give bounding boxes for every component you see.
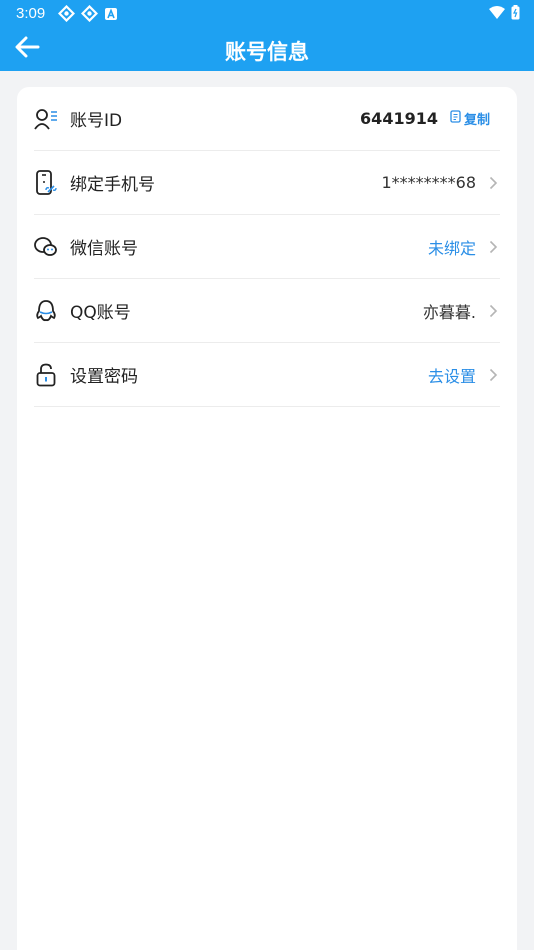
chevron-right-icon <box>486 240 500 254</box>
bind-phone-value: 1********68 <box>381 173 476 192</box>
copy-button[interactable]: 复制 <box>450 109 490 128</box>
status-system-icons <box>489 5 520 24</box>
set-password-label: 设置密码 <box>70 367 138 387</box>
account-id-value: 6441914 <box>360 109 438 128</box>
chevron-right-icon <box>486 368 500 382</box>
set-password-row[interactable]: 设置密码 去设置 <box>34 343 500 407</box>
wechat-account-label: 微信账号 <box>70 239 138 259</box>
bind-phone-row[interactable]: 绑定手机号 1********68 <box>34 151 500 215</box>
chevron-right-icon <box>486 176 500 190</box>
wifi-icon <box>489 6 505 23</box>
phone-link-icon <box>34 169 58 195</box>
bind-phone-label: 绑定手机号 <box>70 175 155 195</box>
qq-account-label: QQ账号 <box>70 303 131 323</box>
wechat-account-value: 未绑定 <box>427 238 476 258</box>
lock-icon <box>34 363 58 387</box>
top-bar: 3:09 账号信息 <box>0 0 534 71</box>
text-a-icon <box>104 7 118 25</box>
chevron-right-icon <box>486 304 500 318</box>
user-list-icon <box>34 107 58 131</box>
copy-label: 复制 <box>463 113 490 128</box>
status-bar: 3:09 <box>0 0 534 28</box>
battery-icon <box>511 5 520 24</box>
qq-account-row[interactable]: QQ账号 亦暮暮. <box>34 279 500 343</box>
wechat-icon <box>34 235 58 259</box>
account-info-card: 账号ID 6441914 复制 绑定手机号 1********68 微信账号 未… <box>17 87 517 950</box>
copy-icon <box>450 110 462 127</box>
page-title: 账号信息 <box>225 40 309 64</box>
set-password-value: 去设置 <box>427 366 476 386</box>
status-time: 3:09 <box>16 5 46 22</box>
account-id-row: 账号ID 6441914 复制 <box>34 87 500 151</box>
qq-account-value: 亦暮暮. <box>422 302 476 322</box>
nav-bar: 账号信息 <box>0 28 534 71</box>
status-notification-icons <box>57 4 118 26</box>
wechat-account-row[interactable]: 微信账号 未绑定 <box>34 215 500 279</box>
sync-icon <box>57 4 76 26</box>
account-id-label: 账号ID <box>70 111 123 131</box>
qq-icon <box>34 299 58 323</box>
sync-icon <box>80 4 99 26</box>
